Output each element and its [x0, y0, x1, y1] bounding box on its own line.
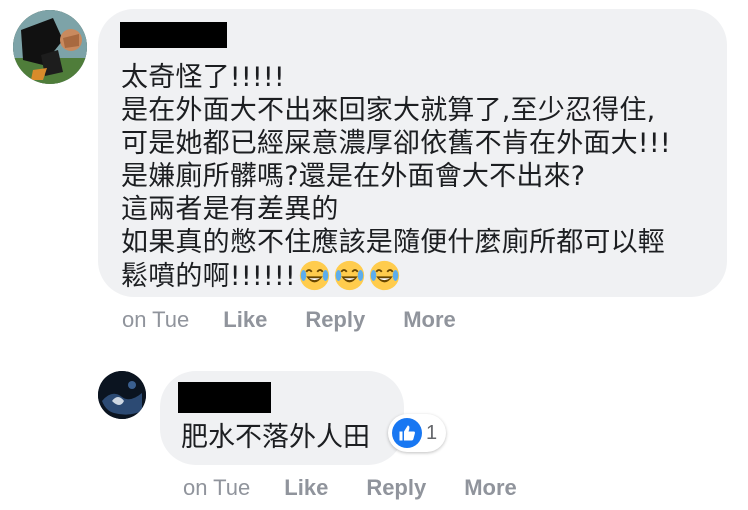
- reply-text: 肥水不落外人田: [181, 422, 370, 453]
- like-button[interactable]: Like: [223, 307, 267, 333]
- reply-button[interactable]: Reply: [305, 307, 365, 333]
- reply-more-button[interactable]: More: [464, 475, 517, 501]
- comment-line: 可是她都已經屎意濃厚卻依舊不肯在外面大!!!: [121, 128, 671, 159]
- comment-line: 這兩者是有差異的: [121, 194, 339, 225]
- laughing-crying-emoji-icon: [369, 260, 400, 291]
- laughing-crying-emoji-icon: [299, 260, 330, 291]
- comment-line: 太奇怪了!!!!!: [121, 62, 285, 93]
- commenter-avatar[interactable]: [13, 10, 87, 84]
- comment-line: 是在外面大不出來回家大就算了,至少忍得住,: [121, 95, 656, 126]
- reply-timestamp[interactable]: on Tue: [183, 475, 250, 501]
- comment-line: 鬆噴的啊!!!!!!: [121, 261, 296, 292]
- comment-last-line: 鬆噴的啊!!!!!!: [121, 259, 721, 293]
- redacted-author-name: [178, 382, 271, 413]
- thumbs-up-icon: [392, 418, 422, 448]
- redacted-author-name: [120, 22, 227, 48]
- reply-actions: on Tue Like Reply More: [183, 475, 517, 501]
- reply-like-button[interactable]: Like: [284, 475, 328, 501]
- comment-line: 是嫌廁所髒嗎?還是在外面會大不出來?: [121, 161, 586, 192]
- laughing-crying-emoji-icon: [334, 260, 365, 291]
- comment-actions: on Tue Like Reply More: [122, 307, 456, 333]
- reaction-count: 1: [426, 421, 438, 444]
- comment-line: 如果真的憋不住應該是隨便什麼廁所都可以輕: [121, 227, 665, 258]
- comment-bubble: 太奇怪了!!!!! 是在外面大不出來回家大就算了,至少忍得住, 可是她都已經屎意…: [98, 9, 727, 297]
- comment-text: 太奇怪了!!!!! 是在外面大不出來回家大就算了,至少忍得住, 可是她都已經屎意…: [121, 61, 721, 293]
- reply-reply-button[interactable]: Reply: [366, 475, 426, 501]
- comment-timestamp[interactable]: on Tue: [122, 307, 189, 333]
- reaction-chip[interactable]: 1: [388, 414, 447, 452]
- reply-bubble: 肥水不落外人田: [160, 371, 404, 465]
- more-button[interactable]: More: [403, 307, 456, 333]
- replier-avatar[interactable]: [98, 371, 146, 419]
